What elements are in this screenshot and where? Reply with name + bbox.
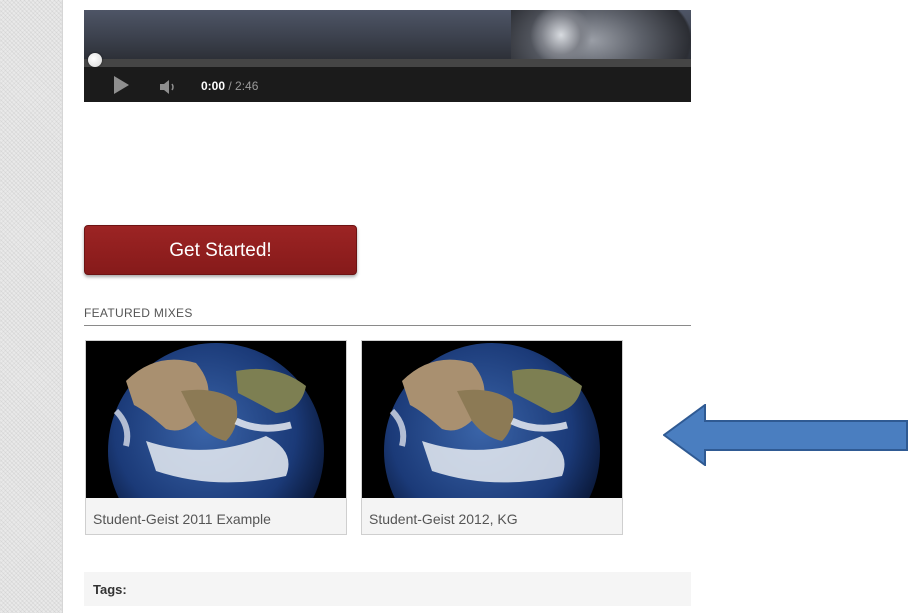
video-time-total: / 2:46 [228,79,259,93]
earth-globe-icon [384,343,600,498]
tags-label: Tags: [93,582,127,597]
page-side-background [0,0,63,613]
featured-mixes-divider [84,325,691,326]
mix-thumbnail[interactable] [86,341,346,498]
mix-title[interactable]: Student-Geist 2011 Example [93,511,271,527]
earth-globe-icon [108,343,324,498]
play-icon[interactable] [114,76,129,94]
video-time-current: 0:00 [201,79,226,93]
featured-mix-card[interactable]: Student-Geist 2011 Example [85,340,347,535]
video-time-display: 0:00 / 2:46 [201,79,258,93]
featured-mix-card[interactable]: Student-Geist 2012, KG [361,340,623,535]
mix-thumbnail[interactable] [362,341,622,498]
video-player[interactable]: 0:00 / 2:46 [84,10,691,102]
video-progress-bar[interactable] [84,59,691,67]
left-arrow-icon [663,404,908,466]
get-started-button[interactable]: Get Started! [84,225,357,275]
featured-mixes-heading: FEATURED MIXES [84,306,193,320]
video-scrubber-handle[interactable] [88,53,102,67]
volume-icon[interactable] [160,80,178,94]
mix-title[interactable]: Student-Geist 2012, KG [369,511,518,527]
tags-section: Tags: [84,572,691,606]
